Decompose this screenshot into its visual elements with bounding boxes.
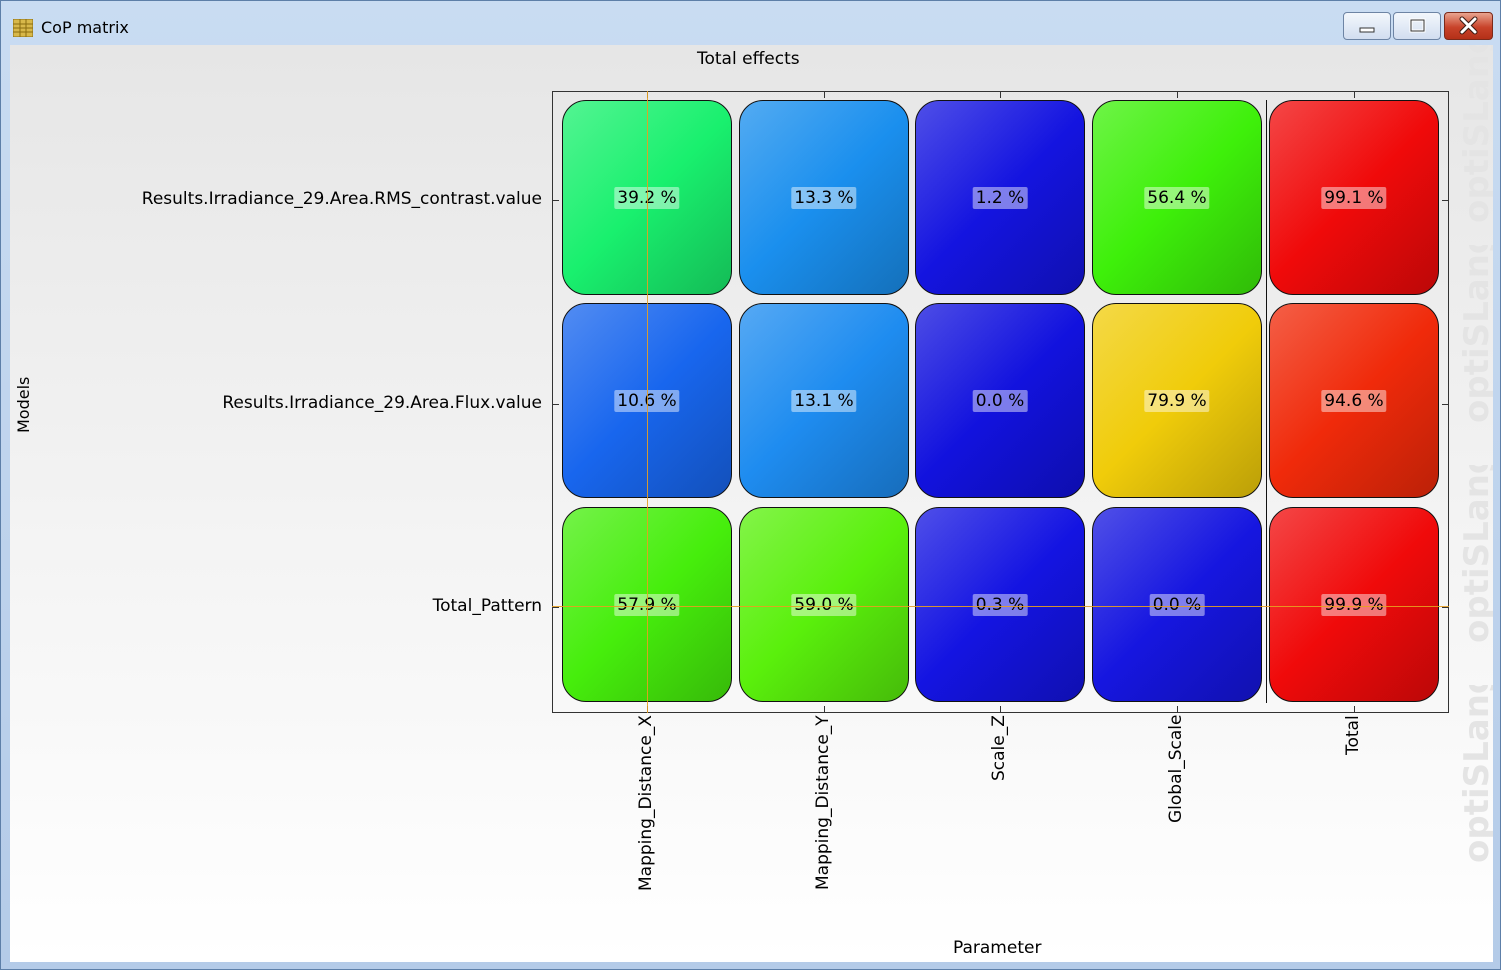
watermark-logo: optiSLang bbox=[1457, 245, 1493, 423]
heatmap-cell[interactable]: 13.3 % bbox=[739, 100, 909, 295]
x-axis-label: Parameter bbox=[953, 938, 1042, 958]
y-axis-tick bbox=[1442, 404, 1448, 405]
x-axis-tick bbox=[1177, 92, 1178, 98]
column-label: Total bbox=[1343, 715, 1363, 755]
x-axis-tick bbox=[1354, 706, 1355, 712]
cell-value-label: 0.3 % bbox=[972, 593, 1028, 616]
title-bar[interactable]: CoP matrix bbox=[1, 1, 1500, 45]
cell-value-label: 99.9 % bbox=[1321, 593, 1387, 616]
x-axis-tick bbox=[1177, 706, 1178, 712]
svg-text:optiSLang: optiSLang bbox=[1457, 45, 1493, 223]
heatmap-cell[interactable]: 13.1 % bbox=[739, 303, 909, 498]
heatmap-cell[interactable]: 0.0 % bbox=[1092, 507, 1262, 702]
row-label: Total_Pattern bbox=[432, 596, 542, 616]
cell-value-label: 79.9 % bbox=[1144, 389, 1210, 412]
x-axis-tick bbox=[1000, 706, 1001, 712]
close-button[interactable] bbox=[1444, 12, 1493, 40]
minimize-button[interactable] bbox=[1343, 12, 1391, 40]
chart-title: Total effects bbox=[697, 49, 800, 69]
y-axis-tick bbox=[553, 200, 559, 201]
y-axis-label: Models bbox=[14, 376, 33, 433]
maximize-button[interactable] bbox=[1393, 12, 1441, 40]
y-axis-tick bbox=[1442, 200, 1448, 201]
heatmap-cell[interactable]: 1.2 % bbox=[915, 100, 1085, 295]
heatmap-cell[interactable]: 94.6 % bbox=[1269, 303, 1439, 498]
window-title: CoP matrix bbox=[41, 18, 129, 37]
svg-text:optiSLang: optiSLang bbox=[1457, 685, 1493, 863]
minimize-icon bbox=[1359, 27, 1375, 33]
x-axis-tick bbox=[824, 92, 825, 98]
heatmap-cell[interactable]: 0.3 % bbox=[915, 507, 1085, 702]
y-axis-tick bbox=[553, 607, 559, 608]
y-axis-tick bbox=[553, 404, 559, 405]
close-icon bbox=[1459, 16, 1478, 35]
x-axis-tick bbox=[1000, 92, 1001, 98]
row-label: Results.Irradiance_29.Area.Flux.value bbox=[222, 393, 542, 413]
total-separator-line bbox=[1266, 100, 1267, 703]
cop-matrix-window: CoP matrix optiSLang optiSLang optiSLang… bbox=[0, 0, 1501, 970]
cell-value-label: 0.0 % bbox=[972, 389, 1028, 412]
heatmap-cell[interactable]: 56.4 % bbox=[1092, 100, 1262, 295]
cell-value-label: 59.0 % bbox=[791, 593, 857, 616]
maximize-icon bbox=[1409, 18, 1426, 33]
heatmap-cell[interactable]: 59.0 % bbox=[739, 507, 909, 702]
column-label: Global_Scale bbox=[1166, 715, 1186, 824]
cell-value-label: 13.3 % bbox=[791, 186, 857, 209]
svg-text:optiSLang: optiSLang bbox=[1457, 245, 1493, 423]
y-axis-tick bbox=[1442, 607, 1448, 608]
watermark-logo: optiSLang bbox=[1457, 685, 1493, 863]
cell-value-label: 99.1 % bbox=[1321, 186, 1387, 209]
svg-text:optiSLang: optiSLang bbox=[1457, 465, 1493, 643]
app-icon bbox=[13, 19, 33, 37]
cell-value-label: 94.6 % bbox=[1321, 389, 1387, 412]
crosshair-horizontal bbox=[552, 606, 1449, 607]
crosshair-vertical bbox=[647, 91, 648, 713]
x-axis-tick bbox=[824, 706, 825, 712]
heatmap-cell[interactable]: 99.9 % bbox=[1269, 507, 1439, 702]
watermark-logo: optiSLang bbox=[1457, 45, 1493, 223]
column-label: Mapping_Distance_Y bbox=[813, 715, 833, 890]
column-label: Mapping_Distance_X bbox=[636, 715, 656, 891]
cell-value-label: 0.0 % bbox=[1149, 593, 1205, 616]
cell-value-label: 13.1 % bbox=[791, 389, 857, 412]
cell-value-label: 1.2 % bbox=[972, 186, 1028, 209]
heatmap-cell[interactable]: 99.1 % bbox=[1269, 100, 1439, 295]
watermark-logo: optiSLang bbox=[1457, 465, 1493, 643]
column-label: Scale_Z bbox=[989, 715, 1009, 781]
x-axis-tick bbox=[1354, 92, 1355, 98]
heatmap-cell[interactable]: 0.0 % bbox=[915, 303, 1085, 498]
row-label: Results.Irradiance_29.Area.RMS_contrast.… bbox=[141, 189, 542, 209]
cell-value-label: 56.4 % bbox=[1144, 186, 1210, 209]
heatmap-cell[interactable]: 79.9 % bbox=[1092, 303, 1262, 498]
